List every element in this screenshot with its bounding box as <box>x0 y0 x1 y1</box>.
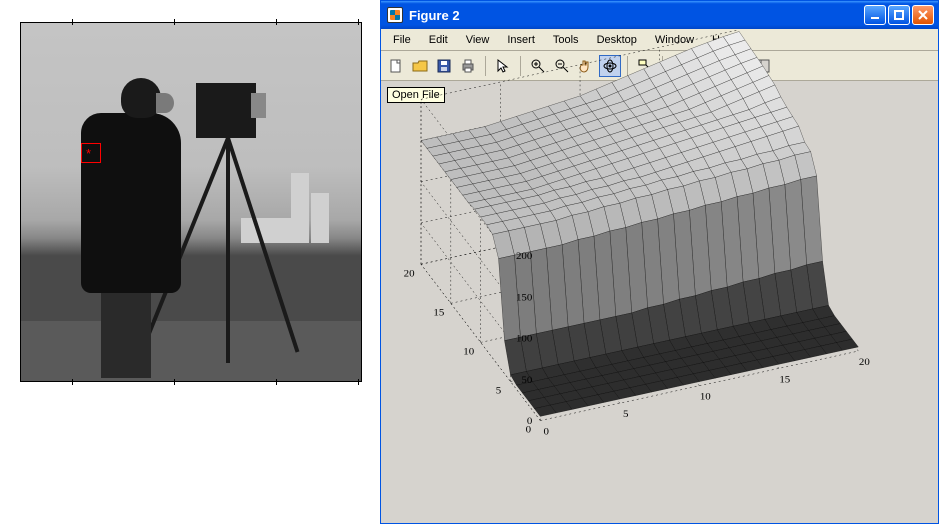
pan-icon[interactable] <box>575 55 597 77</box>
minimize-button[interactable] <box>864 5 886 25</box>
cameraman-image: * <box>20 22 362 382</box>
axes-3d[interactable]: 0501001502000510152005101520 <box>421 121 918 503</box>
svg-text:20: 20 <box>404 269 415 279</box>
selection-marker-star: * <box>86 147 91 160</box>
svg-text:10: 10 <box>700 392 711 402</box>
title-bar[interactable]: Figure 2 <box>381 1 938 29</box>
close-button[interactable] <box>912 5 934 25</box>
svg-text:0: 0 <box>526 425 531 435</box>
matlab-icon <box>387 7 403 23</box>
new-figure-icon[interactable] <box>385 55 407 77</box>
svg-text:15: 15 <box>433 308 444 318</box>
window-title: Figure 2 <box>409 8 864 23</box>
zoom-out-icon[interactable] <box>551 55 573 77</box>
svg-text:0: 0 <box>544 427 549 437</box>
svg-text:15: 15 <box>779 375 790 385</box>
menu-file[interactable]: File <box>385 32 419 48</box>
menu-insert[interactable]: Insert <box>499 32 543 48</box>
svg-text:10: 10 <box>463 347 474 357</box>
figure-window: Figure 2 File Edit View Insert Tools Des… <box>380 0 939 524</box>
svg-text:5: 5 <box>623 410 628 420</box>
plot-area[interactable]: Open File 0501001502000510152005101520 <box>381 81 938 523</box>
svg-text:200: 200 <box>516 252 532 262</box>
menu-edit[interactable]: Edit <box>421 32 456 48</box>
menu-view[interactable]: View <box>458 32 498 48</box>
print-icon[interactable] <box>457 55 479 77</box>
svg-text:50: 50 <box>521 375 532 385</box>
menu-tools[interactable]: Tools <box>545 32 587 48</box>
open-icon[interactable] <box>409 55 431 77</box>
tooltip-open-file: Open File <box>387 87 445 103</box>
zoom-in-icon[interactable] <box>527 55 549 77</box>
svg-text:100: 100 <box>516 334 532 344</box>
rotate3d-icon[interactable] <box>599 55 621 77</box>
menu-desktop[interactable]: Desktop <box>589 32 645 48</box>
pointer-icon[interactable] <box>492 55 514 77</box>
save-icon[interactable] <box>433 55 455 77</box>
maximize-button[interactable] <box>888 5 910 25</box>
menu-bar: File Edit View Insert Tools Desktop Wind… <box>381 29 938 51</box>
svg-text:150: 150 <box>516 293 532 303</box>
svg-text:20: 20 <box>859 358 870 368</box>
svg-text:5: 5 <box>496 386 501 396</box>
menu-window[interactable]: Window <box>647 32 702 48</box>
